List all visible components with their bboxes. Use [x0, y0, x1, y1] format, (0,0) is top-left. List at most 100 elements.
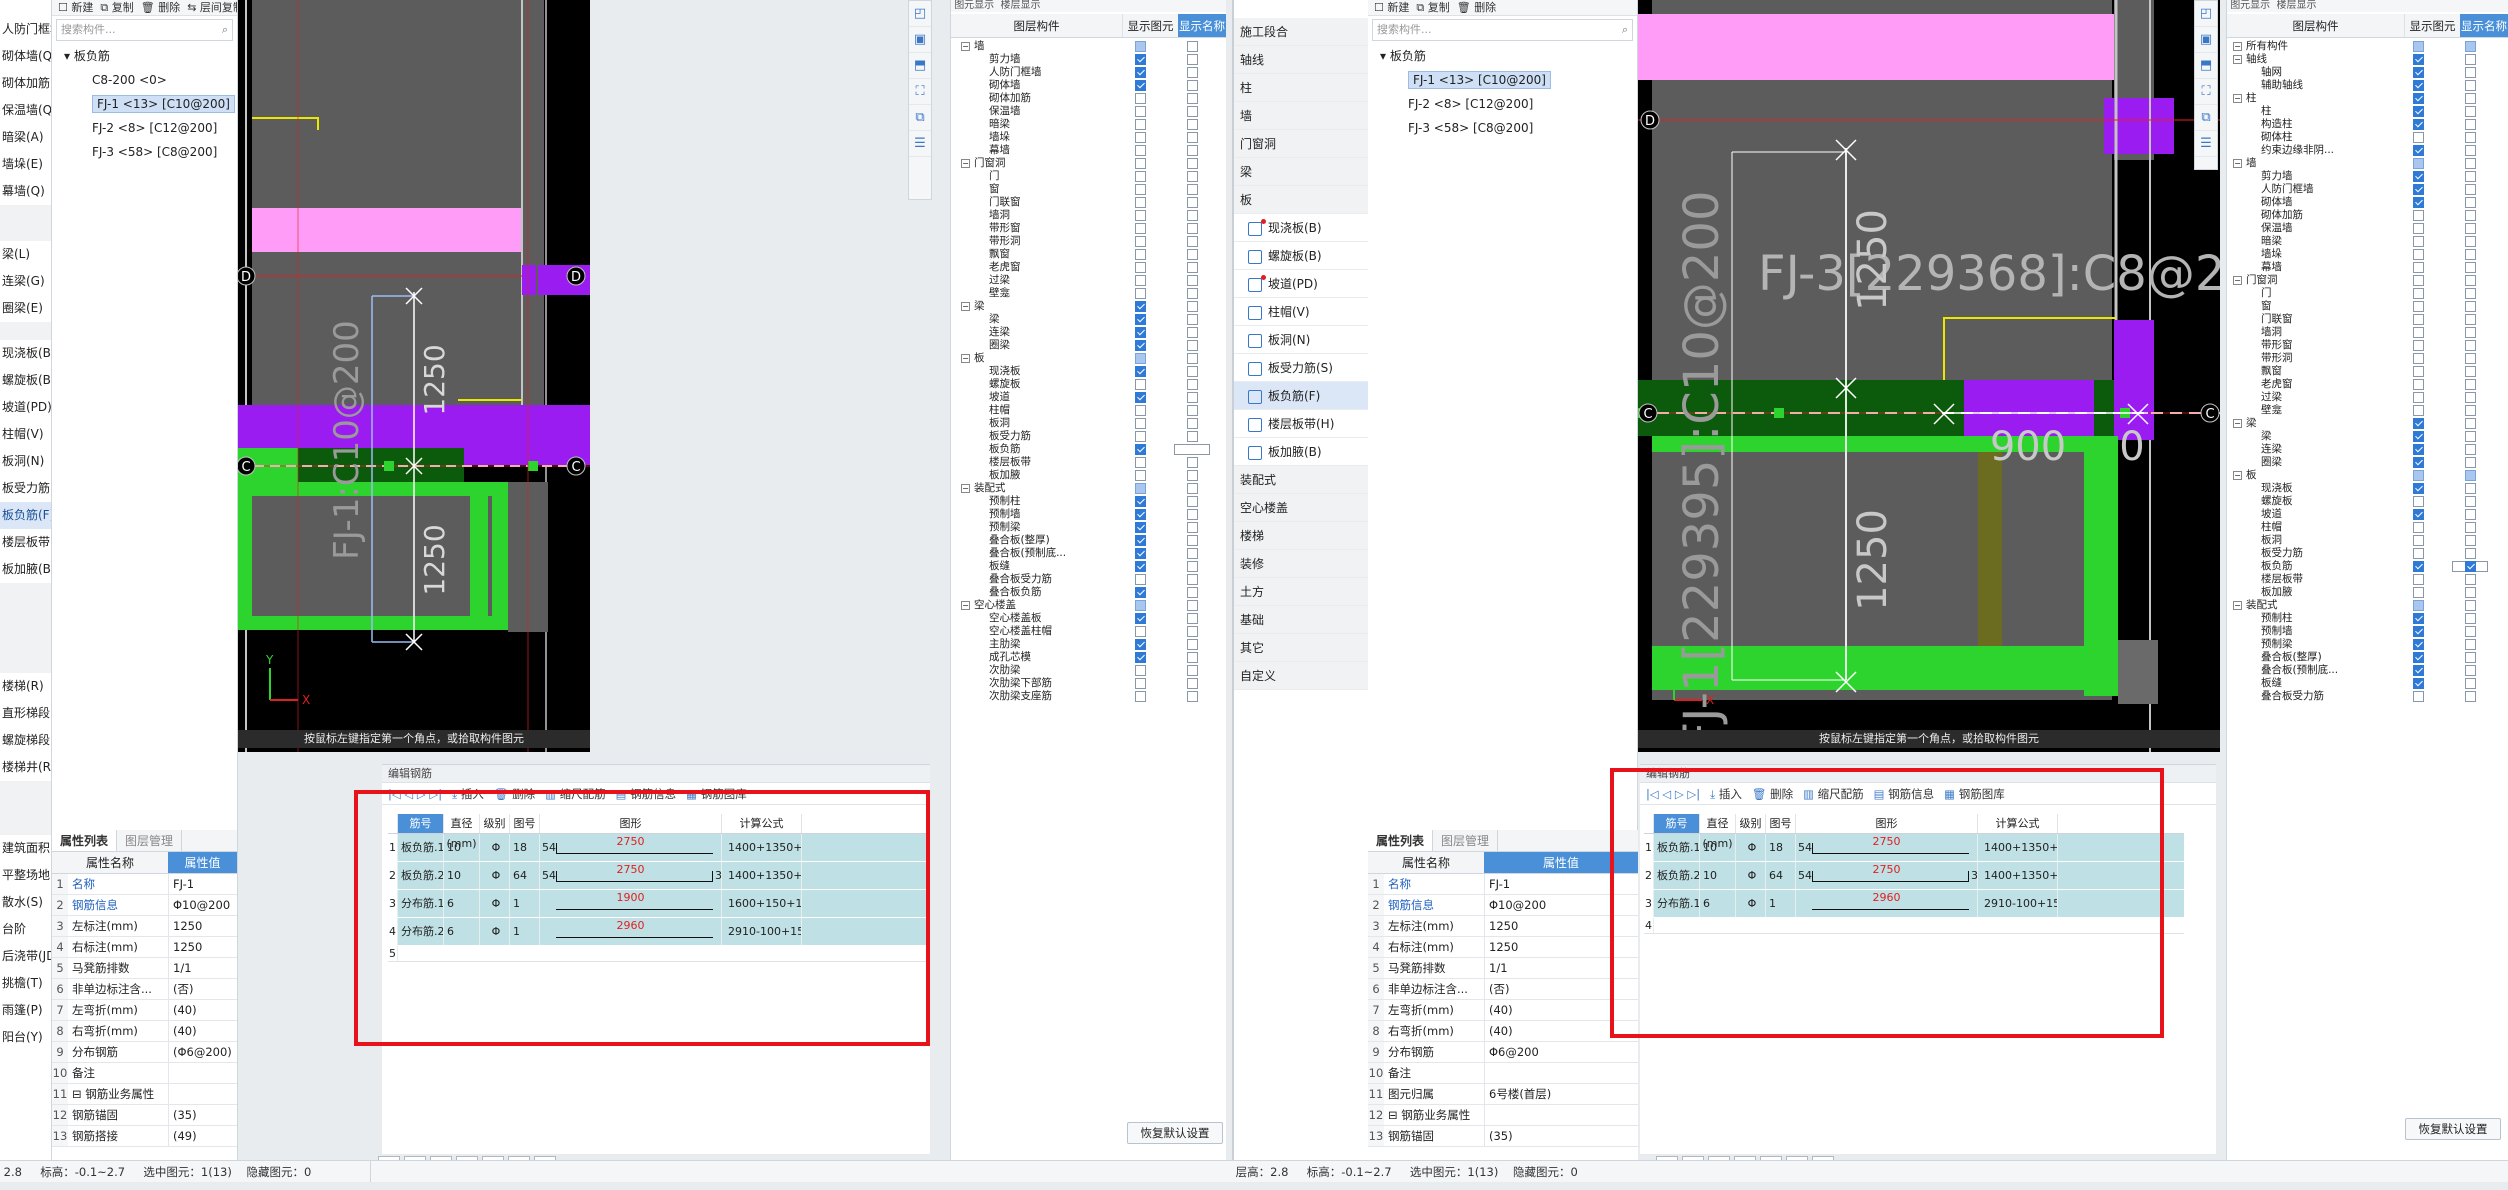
show-element-checkbox[interactable] — [2390, 405, 2446, 416]
layer-row[interactable]: 预制梁 — [2233, 638, 2494, 651]
nav-item[interactable]: 现浇板(B) — [0, 340, 51, 367]
show-name-checkbox[interactable] — [2446, 535, 2494, 546]
show-name-checkbox[interactable] — [1168, 665, 1216, 676]
show-element-checkbox[interactable] — [2390, 509, 2446, 520]
nav-item[interactable]: 砌体墙(Q) — [0, 43, 51, 70]
layer-row[interactable]: 砌体加筋 — [961, 92, 1216, 105]
nav-item[interactable]: 连梁(G) — [0, 268, 51, 295]
show-name-checkbox[interactable] — [2446, 93, 2494, 104]
layer-row[interactable]: 老虎窗 — [2233, 378, 2494, 391]
nav-item[interactable]: 柱帽(V) — [0, 421, 51, 448]
layer-row[interactable]: 主肋梁 — [961, 638, 1216, 651]
layer-row[interactable]: 连梁 — [2233, 443, 2494, 456]
show-name-checkbox[interactable] — [2446, 626, 2494, 637]
layer-row[interactable]: 圈梁 — [2233, 456, 2494, 469]
show-element-checkbox[interactable] — [2390, 132, 2446, 143]
property-row[interactable]: 8 右弯折(mm) (40) — [1368, 1021, 1638, 1042]
show-element-checkbox[interactable] — [2390, 106, 2446, 117]
nav-item[interactable]: 楼梯井(R) — [0, 754, 51, 781]
show-element-checkbox[interactable] — [1112, 587, 1168, 598]
layer-row[interactable]: 窗 — [961, 183, 1216, 196]
show-name-checkbox[interactable] — [1168, 561, 1216, 572]
tab-element-display[interactable]: 图元显示 — [2230, 0, 2270, 11]
view-box-icon[interactable]: ▣ — [909, 27, 931, 53]
show-element-checkbox[interactable] — [1112, 639, 1168, 650]
layer-group-row[interactable]: − 空心楼盖 — [961, 599, 1216, 612]
show-element-checkbox[interactable] — [1112, 54, 1168, 65]
category-item[interactable]: 墙 — [1234, 102, 1368, 130]
show-element-checkbox[interactable] — [2390, 353, 2446, 364]
show-element-checkbox[interactable] — [2390, 93, 2446, 104]
view-box-icon[interactable]: ▣ — [2195, 27, 2217, 53]
show-element-checkbox[interactable] — [2390, 561, 2446, 572]
property-row[interactable]: 3 左标注(mm) 1250 — [52, 916, 237, 937]
show-element-checkbox[interactable] — [1112, 470, 1168, 481]
show-name-checkbox[interactable] — [2446, 691, 2494, 702]
show-element-checkbox[interactable] — [2390, 665, 2446, 676]
collapse-icon[interactable]: − — [961, 600, 970, 610]
layer-row[interactable]: 板缝 — [961, 560, 1216, 573]
show-name-checkbox[interactable] — [2446, 132, 2494, 143]
show-element-checkbox[interactable] — [1112, 379, 1168, 390]
show-name-checkbox[interactable] — [2446, 613, 2494, 624]
category-item[interactable]: 梁 — [1234, 158, 1368, 186]
show-element-checkbox[interactable] — [1112, 93, 1168, 104]
show-name-checkbox[interactable] — [2446, 431, 2494, 442]
layer-row[interactable]: 柱帽 — [2233, 521, 2494, 534]
show-element-checkbox[interactable] — [1112, 262, 1168, 273]
tree-root-node-right[interactable]: ▾ 板负筋 — [1368, 44, 1637, 68]
show-name-checkbox[interactable] — [1168, 171, 1216, 182]
layer-row[interactable]: 砌体柱 — [2233, 131, 2494, 144]
layer-row[interactable]: 人防门框墙 — [961, 66, 1216, 79]
property-value[interactable]: 1/1 — [168, 958, 237, 978]
show-element-checkbox[interactable] — [2390, 327, 2446, 338]
show-element-checkbox[interactable] — [2390, 184, 2446, 195]
show-name-checkbox[interactable] — [1168, 301, 1216, 312]
layer-row[interactable]: 门联窗 — [2233, 313, 2494, 326]
layer-group-row[interactable]: − 门窗洞 — [961, 157, 1216, 170]
show-name-checkbox[interactable] — [2446, 353, 2494, 364]
list-icon[interactable]: ☰ — [909, 131, 931, 157]
show-name-checkbox[interactable] — [2446, 249, 2494, 260]
show-name-checkbox[interactable] — [2446, 301, 2494, 312]
category-item[interactable]: 基础 — [1234, 606, 1368, 634]
nav-item[interactable]: 梁(L) — [0, 241, 51, 268]
collapse-icon[interactable]: − — [2233, 54, 2242, 64]
fit-icon[interactable]: ⛶ — [909, 79, 931, 105]
show-element-checkbox[interactable] — [2390, 210, 2446, 221]
layer-group-row[interactable]: − 梁 — [2233, 417, 2494, 430]
show-element-checkbox[interactable] — [2390, 54, 2446, 65]
show-element-checkbox[interactable] — [2390, 288, 2446, 299]
show-element-checkbox[interactable] — [1112, 184, 1168, 195]
show-element-checkbox[interactable] — [1112, 249, 1168, 260]
layer-group-row[interactable]: − 板 — [961, 352, 1216, 365]
show-name-checkbox[interactable] — [1168, 418, 1216, 429]
show-name-checkbox[interactable] — [1168, 249, 1216, 260]
layer-row[interactable]: 板受力筋 — [961, 430, 1216, 443]
property-row[interactable]: 3 左标注(mm) 1250 — [1368, 916, 1638, 937]
show-name-checkbox[interactable] — [1168, 379, 1216, 390]
tab-properties[interactable]: 属性列表 — [52, 830, 118, 851]
show-element-checkbox[interactable] — [1112, 483, 1168, 494]
layer-row[interactable]: 墙洞 — [2233, 326, 2494, 339]
show-name-checkbox[interactable] — [2446, 457, 2494, 468]
category-item[interactable]: 轴线 — [1234, 46, 1368, 74]
show-element-checkbox[interactable] — [1112, 210, 1168, 221]
collapse-icon[interactable]: − — [2233, 158, 2242, 168]
show-name-checkbox[interactable] — [2446, 288, 2494, 299]
nav-item[interactable]: 板加腋(B) — [0, 556, 51, 583]
layer-row[interactable]: 叠合板负筋 — [961, 586, 1216, 599]
show-name-checkbox[interactable] — [2446, 392, 2494, 403]
nav-item[interactable]: 螺旋板(B) — [0, 367, 51, 394]
layer-group-row[interactable]: − 梁 — [961, 300, 1216, 313]
nav-item[interactable]: 保温墙(Q) — [0, 97, 51, 124]
nav-item[interactable]: 阳台(Y) — [0, 1024, 51, 1051]
show-element-checkbox[interactable] — [1112, 301, 1168, 312]
collapse-icon[interactable]: − — [961, 41, 970, 51]
layer-row[interactable]: 幕墙 — [961, 144, 1216, 157]
show-element-checkbox[interactable] — [2390, 392, 2446, 403]
layer-row[interactable]: 板加腋 — [961, 469, 1216, 482]
show-name-checkbox[interactable] — [1168, 639, 1216, 650]
show-element-checkbox[interactable] — [2390, 418, 2446, 429]
show-element-checkbox[interactable] — [1112, 67, 1168, 78]
